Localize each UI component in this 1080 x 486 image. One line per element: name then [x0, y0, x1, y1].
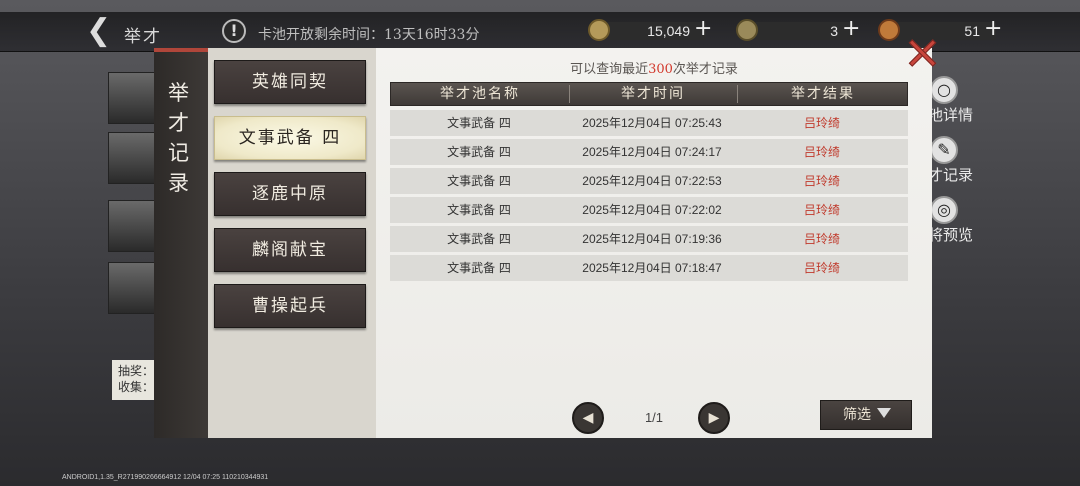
preview-icon: ◎: [930, 196, 958, 224]
column-time: 举才时间: [621, 86, 685, 102]
resource-value: 3: [830, 23, 838, 39]
column-result: 举才结果: [791, 86, 855, 102]
resource-value: 15,049: [647, 23, 690, 39]
records-panel: 可以查询最近300次举才记录 举才池名称 举才时间 举才结果 文事武备 四 20…: [376, 48, 932, 438]
tab-linge-xianbao[interactable]: 麟阁献宝: [214, 228, 366, 272]
cell-result: 吕玲绮: [803, 145, 840, 159]
funnel-icon: [877, 408, 891, 418]
records-button[interactable]: ✎ 才记录: [924, 136, 984, 186]
cell-time: 2025年12月04日 07:19:36: [582, 232, 722, 246]
table-row: 文事武备 四 2025年12月04日 07:24:17 吕玲绮: [390, 139, 908, 165]
cell-pool: 文事武备 四: [447, 145, 511, 159]
notice-icon[interactable]: !: [222, 19, 246, 43]
column-pool-name: 举才池名称: [440, 86, 520, 102]
arrow-left-icon: ◀: [582, 410, 594, 426]
add-jade-button[interactable]: +: [842, 18, 862, 41]
hint-suffix: 次举才记录: [672, 62, 738, 77]
cell-result: 吕玲绮: [803, 203, 840, 217]
cell-pool: 文事武备 四: [447, 174, 511, 188]
table-row: 文事武备 四 2025年12月04日 07:22:53 吕玲绮: [390, 168, 908, 194]
next-page-button[interactable]: ▶: [698, 402, 730, 434]
brush-icon: ✎: [930, 136, 958, 164]
arrow-right-icon: ▶: [708, 410, 720, 426]
cell-time: 2025年12月04日 07:22:02: [582, 203, 722, 217]
back-button[interactable]: ❮: [86, 16, 120, 46]
add-token-button[interactable]: +: [984, 18, 1004, 41]
coin-icon: [588, 19, 610, 41]
dialog-title: 举才记录: [168, 81, 189, 195]
dialog-title-bar: 举才记录: [154, 48, 208, 438]
pool-timer: 卡池开放剩余时间：13天16时33分: [258, 27, 480, 43]
chevron-left-icon: ❮: [86, 13, 112, 48]
table-row: 文事武备 四 2025年12月04日 07:25:43 吕玲绮: [390, 110, 908, 136]
cell-result: 吕玲绮: [803, 116, 840, 130]
hero-portrait[interactable]: [108, 200, 156, 252]
pool-details-button[interactable]: ○ 池详情: [924, 76, 984, 126]
tab-heroes-pact[interactable]: 英雄同契: [214, 60, 366, 104]
side-button-label: 将预览: [928, 226, 974, 244]
collect-note: 抽奖：收集：: [112, 360, 156, 400]
table-row: 文事武备 四 2025年12月04日 07:18:47 吕玲绮: [390, 255, 908, 281]
version-text: ANDROID1,1.35_R271990266664912 12/04 07:…: [62, 474, 269, 481]
table-row: 文事武备 四 2025年12月04日 07:19:36 吕玲绮: [390, 226, 908, 252]
cell-time: 2025年12月04日 07:18:47: [582, 261, 722, 275]
table-header: 举才池名称 举才时间 举才结果: [390, 82, 908, 106]
cell-result: 吕玲绮: [803, 232, 840, 246]
cell-result: 吕玲绮: [803, 174, 840, 188]
cell-pool: 文事武备 四: [447, 203, 511, 217]
tab-wenshi-wubei[interactable]: 文事武备 四: [214, 116, 366, 160]
hint-prefix: 可以查询最近: [570, 62, 649, 77]
tab-zhulu-zhongyuan[interactable]: 逐鹿中原: [214, 172, 366, 216]
cell-time: 2025年12月04日 07:24:17: [582, 145, 722, 159]
hero-portrait[interactable]: [108, 72, 156, 124]
prev-page-button[interactable]: ◀: [572, 402, 604, 434]
close-button[interactable]: [904, 36, 940, 72]
recruit-record-dialog: 举才记录 英雄同契 文事武备 四 逐鹿中原 麟阁献宝 曹操起兵 可以查询最近30…: [154, 44, 932, 440]
preview-button[interactable]: ◎ 将预览: [924, 196, 984, 246]
filter-button[interactable]: 筛选: [820, 400, 912, 430]
resource-jade: 3 +: [736, 18, 872, 44]
page-indicator: 1/1: [644, 410, 664, 425]
token-icon: [878, 19, 900, 41]
cell-pool: 文事武备 四: [447, 232, 511, 246]
resource-coin: 15,049 +: [588, 18, 724, 44]
hero-portrait[interactable]: [108, 132, 156, 184]
resource-token: 51 +: [878, 18, 1014, 44]
query-hint: 可以查询最近300次举才记录: [376, 58, 932, 77]
cell-pool: 文事武备 四: [447, 116, 511, 130]
filter-label: 筛选: [843, 407, 871, 423]
hint-count: 300: [648, 62, 673, 77]
side-button-label: 池详情: [928, 106, 974, 124]
cell-pool: 文事武备 四: [447, 261, 511, 275]
cell-time: 2025年12月04日 07:25:43: [582, 116, 722, 130]
magnifier-icon: ○: [930, 76, 958, 104]
side-button-label: 才记录: [928, 166, 974, 184]
cell-time: 2025年12月04日 07:22:53: [582, 174, 722, 188]
jade-icon: [736, 19, 758, 41]
add-coin-button[interactable]: +: [694, 18, 714, 41]
table-row: 文事武备 四 2025年12月04日 07:22:02 吕玲绮: [390, 197, 908, 223]
hero-portrait[interactable]: [108, 262, 156, 314]
tab-caocao-qibing[interactable]: 曹操起兵: [214, 284, 366, 328]
cell-result: 吕玲绮: [803, 261, 840, 275]
pool-tabs: 英雄同契 文事武备 四 逐鹿中原 麟阁献宝 曹操起兵: [208, 48, 376, 438]
